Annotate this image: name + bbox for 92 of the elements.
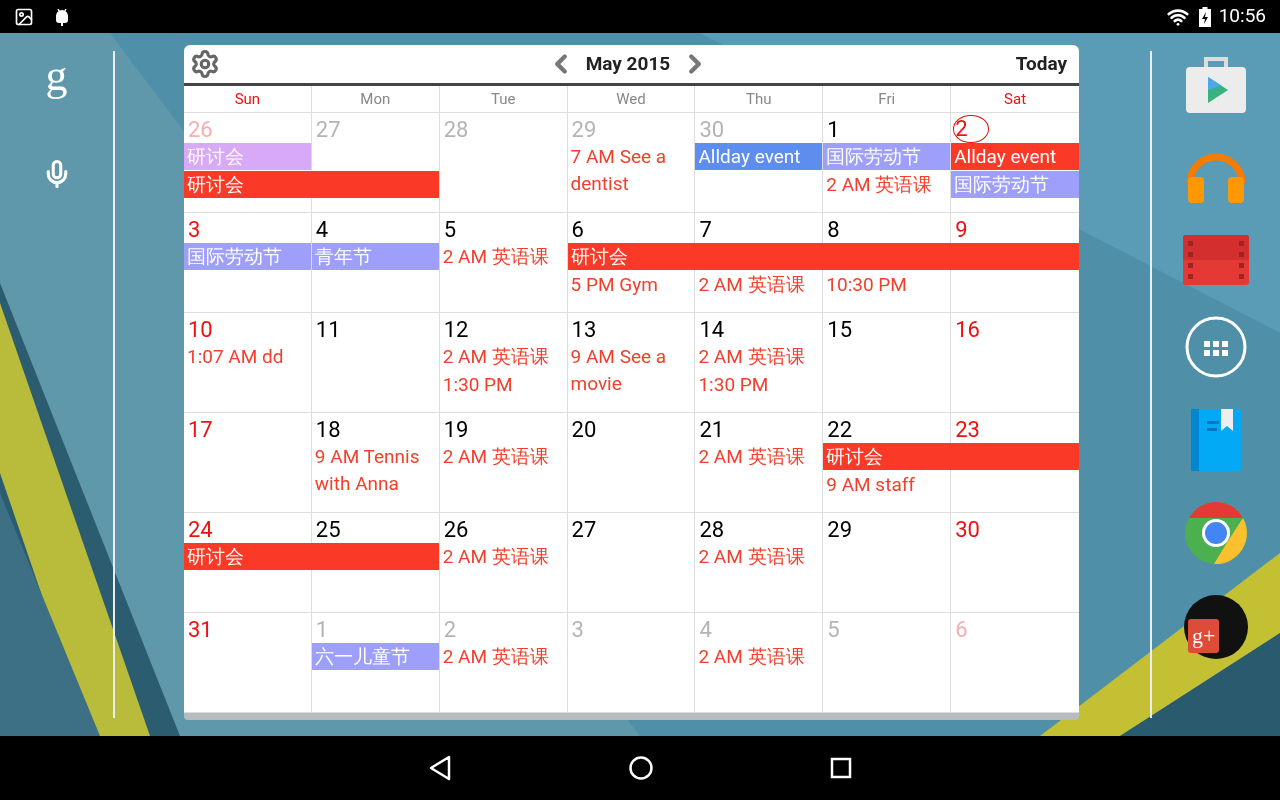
- day-number[interactable]: 19: [443, 417, 469, 443]
- event-bar[interactable]: Allday event: [951, 143, 1079, 170]
- day-number[interactable]: 5: [827, 617, 840, 643]
- event-text[interactable]: 1:07 AM dd: [184, 343, 312, 370]
- day-number[interactable]: 8: [827, 217, 840, 243]
- day-number[interactable]: 2: [443, 617, 457, 643]
- event-text[interactable]: 9 AM staff: [823, 471, 952, 498]
- day-number[interactable]: 25: [315, 517, 341, 543]
- day-number[interactable]: 17: [188, 417, 213, 443]
- day-number[interactable]: 23: [955, 417, 980, 443]
- event-text[interactable]: 2 AM 英语课: [695, 343, 824, 370]
- day-number[interactable]: 30: [955, 517, 980, 543]
- event-bar[interactable]: 研讨会: [567, 243, 1079, 270]
- day-number[interactable]: 3: [188, 217, 201, 243]
- book-icon[interactable]: [1191, 409, 1241, 471]
- weekday-label: Mon: [360, 88, 391, 110]
- day-number[interactable]: 28: [699, 517, 725, 543]
- day-number[interactable]: 29: [571, 117, 597, 143]
- day-number[interactable]: 5: [443, 217, 457, 243]
- day-number[interactable]: 14: [699, 317, 725, 343]
- weekday-label: Thu: [746, 88, 772, 110]
- day-number[interactable]: 1: [315, 617, 329, 643]
- day-number[interactable]: 3: [571, 617, 584, 643]
- event-text[interactable]: 7 AM See a dentist: [567, 143, 696, 197]
- event-text[interactable]: 2 AM 英语课: [439, 443, 568, 470]
- event-text[interactable]: 2 AM 英语课: [823, 171, 952, 198]
- weekday-label: Wed: [616, 88, 646, 110]
- event-text[interactable]: 2 AM 英语课: [439, 643, 568, 670]
- event-text[interactable]: 9 AM See a movie: [567, 343, 696, 397]
- event-bar[interactable]: 研讨会: [823, 443, 1079, 470]
- event-bar[interactable]: 国际劳动节: [823, 143, 951, 170]
- event-text[interactable]: 2 AM 英语课: [695, 443, 824, 470]
- day-number[interactable]: 27: [571, 517, 597, 543]
- day-number[interactable]: 7: [699, 217, 712, 243]
- weekday-label: Tue: [490, 88, 516, 110]
- event-text[interactable]: 1:30 PM: [439, 371, 568, 398]
- day-number[interactable]: 1: [827, 117, 840, 143]
- event-text[interactable]: 5 PM Gym: [567, 271, 696, 298]
- event-text[interactable]: 2 AM 英语课: [695, 543, 824, 570]
- event-text[interactable]: 2 AM 英语课: [695, 271, 824, 298]
- event-bar[interactable]: 国际劳动节: [951, 171, 1079, 198]
- settings-icon[interactable]: [190, 49, 220, 79]
- back-icon[interactable]: [428, 755, 452, 781]
- day-number[interactable]: 18: [315, 417, 341, 443]
- today-button[interactable]: Today: [1015, 49, 1073, 79]
- event-text[interactable]: 2 AM 英语课: [439, 543, 568, 570]
- event-bar[interactable]: 国际劳动节: [184, 243, 311, 270]
- day-number[interactable]: 4: [699, 617, 712, 643]
- day-number[interactable]: 30: [699, 117, 725, 143]
- month-title: May 2015: [585, 50, 671, 77]
- day-number[interactable]: 10: [188, 317, 213, 343]
- recents-icon[interactable]: [830, 757, 852, 779]
- day-number[interactable]: 24: [188, 517, 213, 543]
- search-logo[interactable]: g: [45, 53, 68, 99]
- day-number[interactable]: 15: [827, 317, 852, 343]
- day-number[interactable]: 20: [571, 417, 597, 443]
- image-icon: [14, 6, 34, 27]
- day-number[interactable]: 6: [571, 217, 584, 243]
- event-text[interactable]: 2 AM 英语课: [695, 643, 824, 670]
- social-badge: g+: [1188, 619, 1220, 653]
- app-drawer-icon[interactable]: [1184, 315, 1248, 379]
- event-bar[interactable]: Allday event: [695, 143, 823, 170]
- day-number[interactable]: 27: [315, 117, 341, 143]
- clock-time: 10:56: [1218, 3, 1266, 30]
- event-bar[interactable]: 青年节: [311, 243, 439, 270]
- day-number[interactable]: 26: [443, 517, 469, 543]
- event-text[interactable]: 2 AM 英语课: [439, 343, 568, 370]
- event-bar[interactable]: 研讨会: [184, 543, 439, 570]
- day-number[interactable]: 29: [827, 517, 852, 543]
- robot-icon: [54, 6, 70, 27]
- weekday-label: Sat: [1004, 88, 1027, 110]
- day-number[interactable]: 11: [315, 317, 341, 343]
- weekday-label: Sun: [234, 88, 261, 110]
- day-number[interactable]: 21: [699, 417, 725, 443]
- day-number[interactable]: 13: [571, 317, 597, 343]
- day-number[interactable]: 28: [443, 117, 469, 143]
- weekday-label: Fri: [878, 88, 896, 110]
- event-text[interactable]: 9 AM Tennis with Anna: [311, 443, 440, 497]
- day-number[interactable]: 12: [443, 317, 469, 343]
- battery-charging-icon: [1198, 6, 1211, 27]
- event-text[interactable]: 2 AM 英语课: [439, 243, 568, 270]
- event-bar[interactable]: 研讨会: [184, 171, 439, 198]
- day-number[interactable]: 16: [955, 317, 980, 343]
- event-text[interactable]: 1:30 PM: [695, 371, 824, 398]
- day-number[interactable]: 9: [955, 217, 968, 243]
- day-number[interactable]: 22: [827, 417, 852, 443]
- browser-logo-icon[interactable]: [1184, 501, 1248, 565]
- event-bar[interactable]: 六一儿童节: [311, 643, 439, 670]
- day-number[interactable]: 4: [315, 217, 329, 243]
- home-icon[interactable]: [628, 755, 654, 781]
- day-number[interactable]: 31: [188, 617, 213, 643]
- event-text[interactable]: 10:30 PM: [823, 271, 952, 298]
